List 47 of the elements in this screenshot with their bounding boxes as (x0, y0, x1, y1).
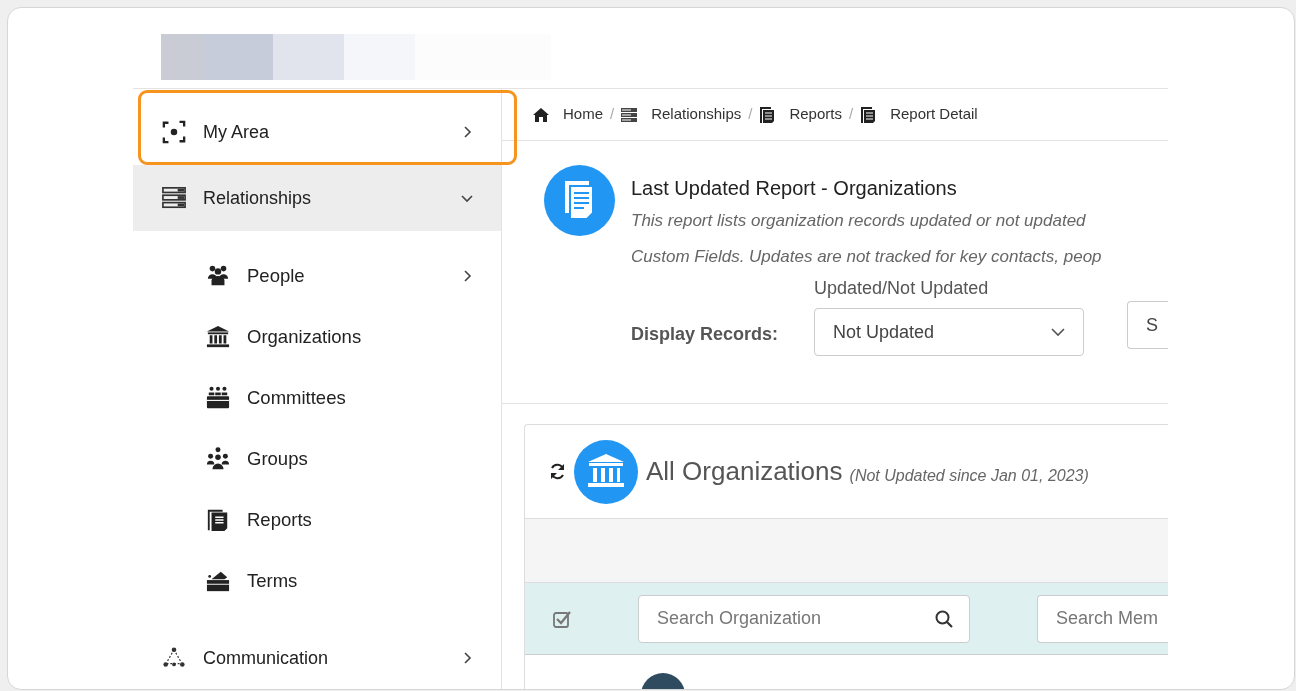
target-icon (160, 120, 188, 144)
sidebar-subitem[interactable]: Groups (133, 428, 501, 489)
sidebar-item[interactable]: Communication (133, 625, 501, 689)
records-select[interactable]: Not Updated (814, 308, 1085, 356)
select-label: Updated/Not Updated (814, 277, 990, 300)
breadcrumb-link[interactable]: Home (563, 103, 603, 126)
chevron-right-icon (461, 126, 473, 138)
report-icon (544, 165, 615, 236)
report-icon (860, 106, 877, 123)
report-title: Last Updated Report - Organizations (631, 176, 958, 201)
chevron-right-icon (461, 269, 473, 282)
sidebar-subitem[interactable]: Reports (133, 489, 501, 550)
description-line: Custom Fields. Updates are not tracked for key contacts, peop (631, 246, 1103, 268)
sidebar-item[interactable]: Relationships (133, 165, 501, 231)
list-subtitle: (Not Updated since Jan 01, 2023) (849, 465, 1089, 486)
refresh-icon[interactable] (549, 463, 566, 480)
filter-label: Display Records: (631, 323, 779, 346)
checkbox-icon[interactable] (553, 609, 572, 628)
group-icon (204, 446, 232, 471)
search-field[interactable]: Search Mem (1037, 594, 1168, 643)
server-icon (160, 186, 188, 210)
breadcrumb-link[interactable]: Relationships (651, 103, 742, 126)
breadcrumb-separator: / (848, 104, 854, 125)
chevron-right-icon (461, 652, 473, 664)
server-icon (621, 106, 638, 123)
home-icon (533, 106, 549, 123)
select-field[interactable]: S (1127, 301, 1168, 349)
bank-icon (574, 439, 638, 504)
breadcrumb-separator: / (748, 104, 753, 125)
chevron-down-icon (461, 192, 473, 204)
search-icon (935, 609, 953, 628)
list-title: All Organizations (646, 455, 843, 488)
report-icon (759, 106, 776, 123)
bank-icon (204, 324, 232, 349)
network-icon (160, 646, 188, 670)
sidebar-item[interactable]: My Area (133, 99, 501, 165)
chevron-down-icon (1051, 327, 1066, 337)
description-line: This report lists organization records updated or not updated (631, 210, 1087, 232)
breadcrumb-link[interactable]: Reports (789, 103, 842, 126)
committee-icon (204, 385, 232, 410)
sidebar-subitem[interactable]: Terms (133, 550, 501, 611)
breadcrumb-link[interactable]: Report Detail (890, 103, 978, 126)
sidebar-subitem[interactable]: Committees (133, 367, 501, 428)
sidebar-subitem[interactable]: People (133, 245, 501, 306)
search-field[interactable]: Search Organization (638, 594, 970, 643)
sidebar-subitem[interactable]: Organizations (133, 306, 501, 367)
breadcrumb-separator: / (610, 104, 615, 125)
